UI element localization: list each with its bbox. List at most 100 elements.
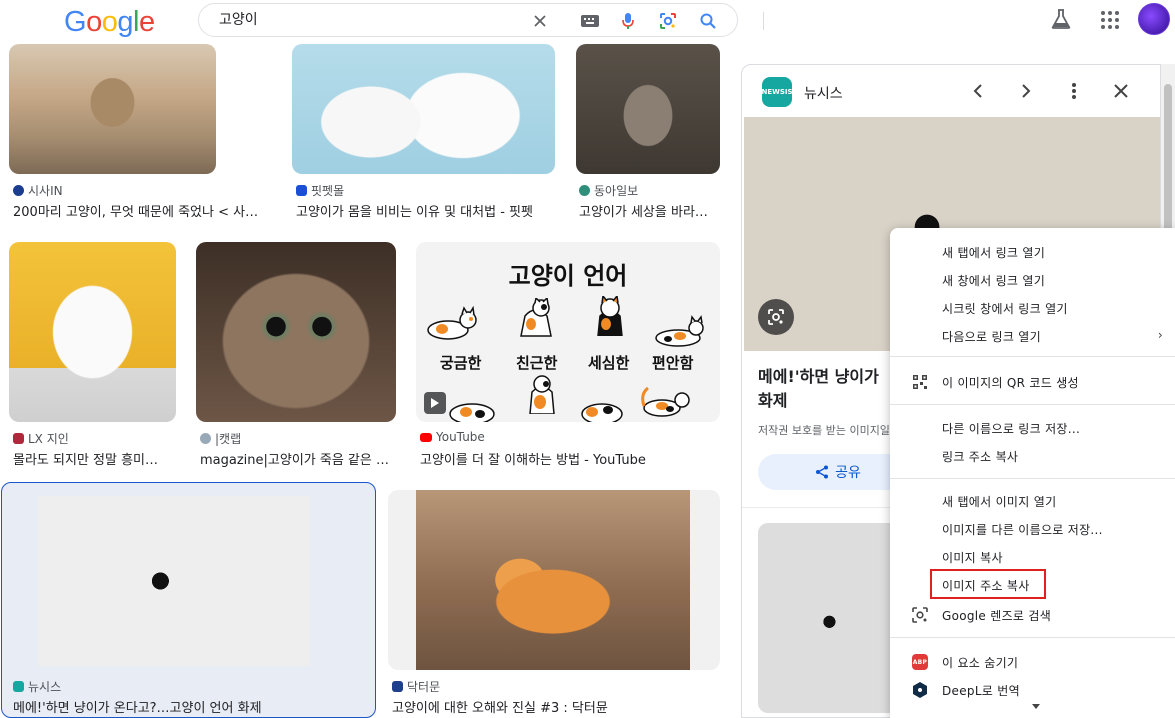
menu-separator	[890, 478, 1175, 479]
source-name: LX 지인	[28, 432, 69, 446]
context-menu: 새 탭에서 링크 열기 새 창에서 링크 열기 시크릿 창에서 링크 열기 다음…	[890, 228, 1175, 718]
panel-title[interactable]: 메에!'하면 냥이가 화제	[758, 365, 898, 413]
logo-letter: e	[138, 6, 155, 38]
result-title[interactable]: 고양이가 몸을 비비는 이유 및 대처법 - 핏펫	[296, 201, 556, 220]
adblock-plus-icon: ABP	[912, 654, 928, 670]
clear-icon[interactable]	[529, 10, 551, 32]
menu-separator	[890, 356, 1175, 357]
lang-card-title: 고양이 언어	[508, 262, 628, 290]
lang-word: 세심한	[588, 354, 630, 372]
youtube-icon	[420, 432, 432, 442]
result-source[interactable]: YouTube	[420, 430, 485, 444]
menu-item-open-link-new-tab[interactable]: 새 탭에서 링크 열기	[890, 238, 1175, 266]
logo-letter: g	[117, 6, 133, 38]
menu-item-open-link-new-window[interactable]: 새 창에서 링크 열기	[890, 266, 1175, 294]
account-avatar[interactable]	[1138, 3, 1170, 35]
cat-illustration	[427, 305, 477, 340]
result-source[interactable]: 동아일보	[579, 182, 638, 199]
favicon-icon	[392, 681, 403, 692]
result-image[interactable]	[2, 486, 374, 670]
more-options-icon[interactable]	[1062, 79, 1086, 103]
search-input[interactable]	[219, 11, 519, 27]
lens-search-icon[interactable]	[758, 299, 794, 335]
search-divider	[763, 12, 764, 30]
lang-word: 편안함	[652, 354, 694, 372]
search-icon[interactable]	[697, 10, 719, 32]
result-title[interactable]: 메에!'하면 냥이가 온다고?…고양이 언어 화제	[13, 697, 373, 716]
menu-item-copy-image[interactable]: 이미지 복사	[890, 543, 1175, 571]
result-title[interactable]: 고양이를 더 잘 이해하는 방법 - YouTube	[420, 449, 720, 468]
result-source[interactable]: 닥터문	[392, 678, 440, 695]
menu-item-open-link-as[interactable]: 다음으로 링크 열기 ›	[890, 322, 1175, 350]
result-source[interactable]: |캣랩	[200, 430, 241, 447]
menu-item-deepl-translate[interactable]: DeepL로 번역	[890, 676, 1175, 704]
favicon-icon	[296, 185, 307, 196]
result-title[interactable]: 몰라도 되지만 정말 흥미…	[13, 449, 173, 468]
search-box	[198, 3, 764, 37]
video-play-icon	[424, 392, 446, 414]
labs-flask-icon[interactable]	[1050, 8, 1072, 30]
result-image[interactable]	[292, 44, 555, 174]
result-title[interactable]: 200마리 고양이, 무엇 때문에 죽었나 < 사…	[13, 201, 265, 220]
favicon-icon	[13, 185, 24, 196]
google-lens-icon[interactable]	[657, 10, 679, 32]
source-name: YouTube	[436, 430, 485, 444]
copyright-note: 저작권 보호를 받는 이미지일	[758, 424, 890, 437]
cat-illustration	[597, 296, 623, 336]
source-logo[interactable]: NEWSIS	[761, 77, 793, 107]
keyboard-icon[interactable]	[579, 10, 601, 32]
result-title[interactable]: 고양이에 대한 오해와 진실 #3 : 닥터뮨	[392, 697, 722, 716]
result-source[interactable]: LX 지인	[13, 430, 69, 447]
cat-illustration	[449, 403, 495, 422]
panel-source-name[interactable]: 뉴시스	[804, 83, 843, 103]
favicon-icon	[200, 433, 211, 444]
result-image[interactable]	[9, 44, 216, 174]
menu-item-google-lens[interactable]: Google 렌즈로 검색	[890, 601, 1175, 629]
favicon-icon	[579, 185, 590, 196]
result-image[interactable]	[9, 242, 176, 422]
result-image[interactable]	[576, 44, 720, 174]
result-title[interactable]: 고양이가 세상을 바라…	[579, 201, 719, 220]
menu-item-qr-code[interactable]: 이 이미지의 QR 코드 생성	[890, 368, 1175, 396]
result-source[interactable]: 시사IN	[13, 182, 63, 199]
source-name: 핏펫몰	[311, 184, 345, 198]
menu-item-label: 다음으로 링크 열기	[942, 329, 1041, 344]
result-image[interactable]	[388, 490, 720, 670]
cat-illustration	[641, 386, 690, 417]
next-icon[interactable]	[1014, 79, 1038, 103]
result-image[interactable]: 고양이 언어 궁금한 친근한 세심한 편안함	[416, 242, 720, 422]
qr-code-icon	[912, 374, 928, 390]
menu-item-save-link-as[interactable]: 다른 이름으로 링크 저장...	[890, 414, 1175, 442]
panel-title-line: 화제	[758, 391, 788, 410]
menu-item-copy-link-address[interactable]: 링크 주소 복사	[890, 442, 1175, 470]
cat-illustration	[520, 298, 552, 337]
logo-letter: o	[101, 6, 118, 38]
menu-item-open-image-new-tab[interactable]: 새 탭에서 이미지 열기	[890, 487, 1175, 515]
result-source[interactable]: 핏펫몰	[296, 182, 344, 199]
close-icon[interactable]	[1109, 79, 1133, 103]
source-name: 동아일보	[594, 184, 639, 198]
menu-item-save-image-as[interactable]: 이미지를 다른 이름으로 저장...	[890, 515, 1175, 543]
result-title[interactable]: magazine|고양이가 죽음 같은 …	[200, 449, 396, 468]
source-name: 뉴시스	[28, 680, 62, 694]
google-lens-icon	[912, 607, 928, 623]
result-image[interactable]	[196, 242, 396, 422]
menu-item-label: 이 요소 숨기기	[942, 655, 1019, 670]
scroll-down-arrow-icon[interactable]	[1032, 704, 1040, 709]
apps-grid-icon[interactable]	[1100, 10, 1120, 30]
result-source[interactable]: 뉴시스	[13, 678, 61, 695]
menu-item-hide-element[interactable]: ABP 이 요소 숨기기	[890, 648, 1175, 676]
cat-photo	[38, 496, 310, 666]
menu-separator	[890, 637, 1175, 638]
deepl-icon	[912, 682, 928, 698]
source-name: |캣랩	[215, 432, 242, 446]
source-name: 시사IN	[28, 184, 63, 198]
google-logo[interactable]: Google	[64, 6, 155, 39]
menu-item-open-link-incognito[interactable]: 시크릿 창에서 링크 열기	[890, 294, 1175, 322]
panel-title-line: 메에!'하면 냥이가	[758, 367, 879, 386]
microphone-icon[interactable]	[617, 10, 639, 32]
menu-item-label: DeepL로 번역	[942, 683, 1020, 698]
favicon-icon	[13, 433, 24, 444]
menu-item-label: Google 렌즈로 검색	[942, 608, 1052, 623]
previous-icon[interactable]	[966, 79, 990, 103]
